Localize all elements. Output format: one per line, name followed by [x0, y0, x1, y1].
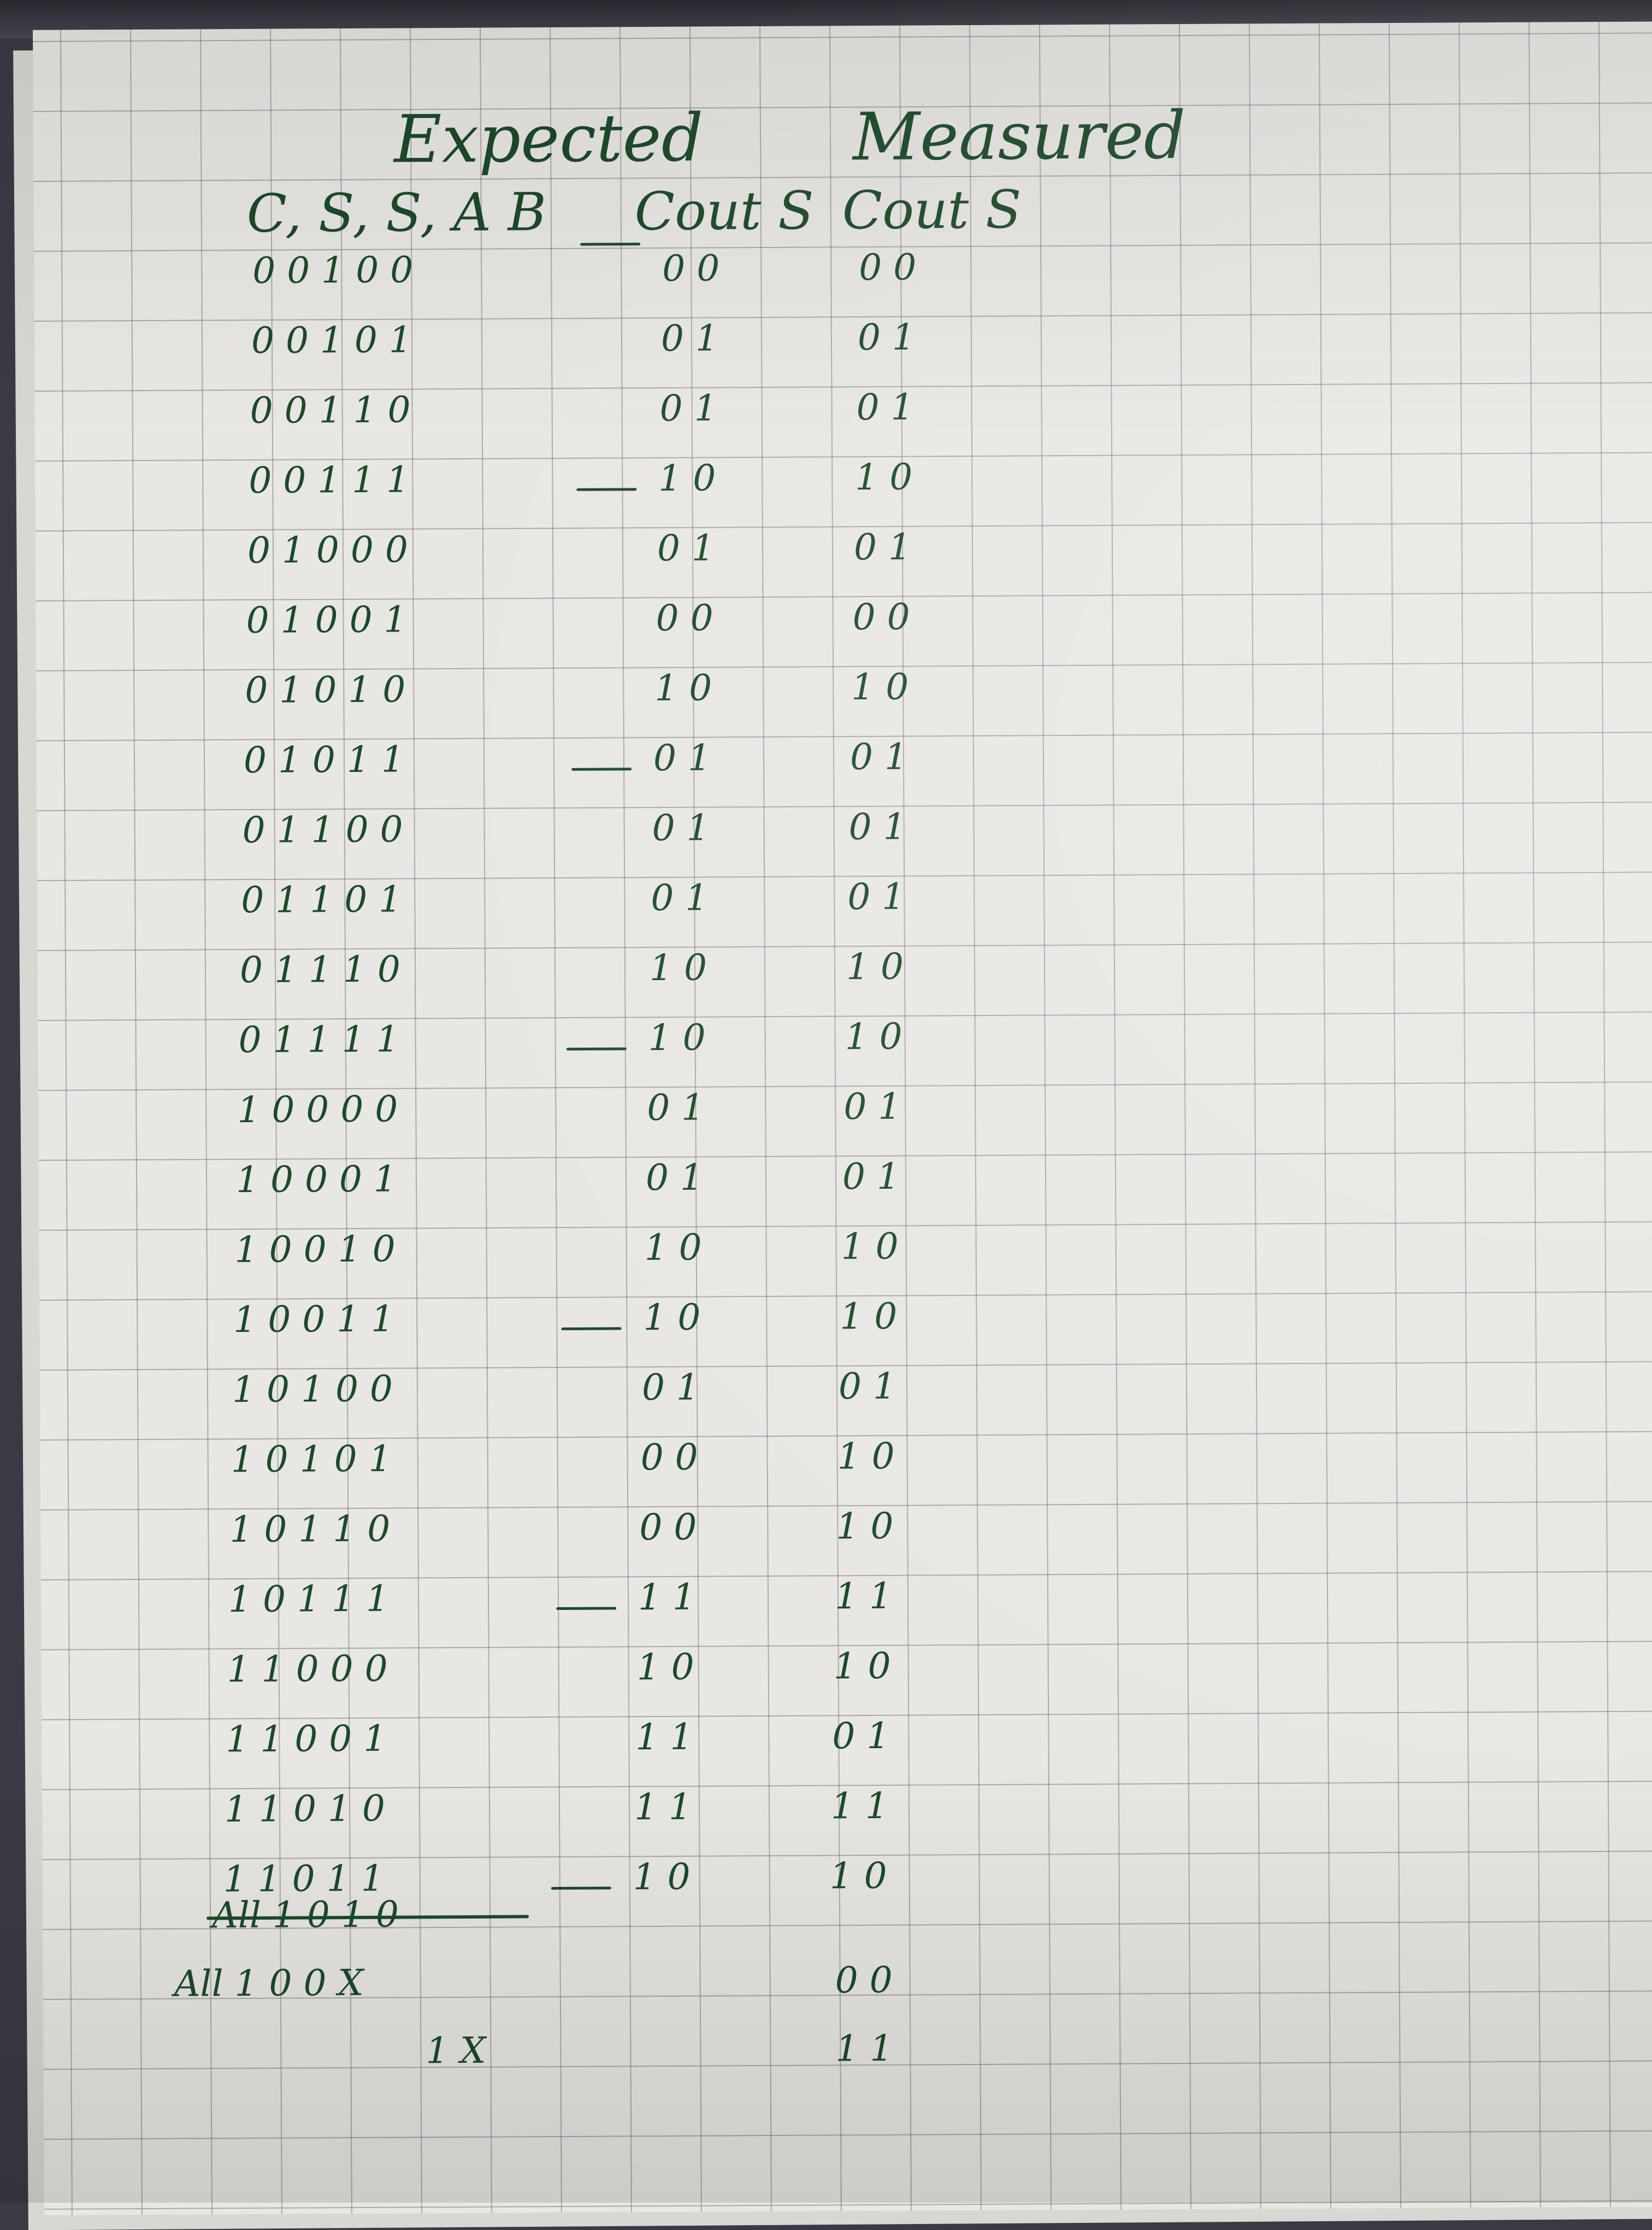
header-dash [580, 243, 641, 246]
row-expected: 1 0 [643, 1296, 701, 1339]
row-inputs: 1 0 1 1 1 [228, 1577, 390, 1621]
row-expected: 1 0 [658, 457, 716, 500]
row-inputs: 1 0 1 0 0 [232, 1367, 393, 1411]
carry-dash [556, 1607, 617, 1610]
row-inputs: 1 1 0 0 1 [226, 1717, 387, 1761]
row-inputs: 0 1 0 1 1 [243, 738, 405, 781]
row-inputs: 1 0 0 0 1 [235, 1158, 397, 1201]
heading-measured: Measured [852, 97, 1186, 176]
row-measured: 0 1 [853, 526, 912, 569]
row-inputs: 1 0 0 0 0 [237, 1088, 398, 1131]
carry-dash [576, 488, 637, 491]
row-expected: 1 0 [648, 1016, 706, 1059]
row-measured: 0 1 [838, 1365, 896, 1408]
row-expected: 0 1 [645, 1156, 704, 1199]
heading-expected: Expected [393, 100, 704, 178]
row-inputs: 0 1 1 1 1 [238, 1018, 399, 1061]
row-measured: 0 1 [857, 316, 916, 359]
row-expected: 0 0 [639, 1506, 697, 1549]
row-expected: 0 1 [653, 736, 711, 780]
row-expected: 0 1 [659, 387, 717, 429]
row-measured: 1 0 [851, 665, 909, 709]
row-expected: 0 1 [660, 317, 719, 359]
row-expected: 0 0 [640, 1436, 698, 1479]
graph-paper-sheet: Expected Measured C, S, S, A B Cout S Co… [33, 21, 1652, 2215]
row-inputs: 1 1 0 1 0 [224, 1787, 386, 1831]
row-inputs: 0 1 0 0 1 [246, 598, 407, 641]
row-expected: 1 1 [635, 1715, 693, 1759]
carry-dash [551, 1886, 611, 1890]
carry-dash [561, 1327, 622, 1330]
row-measured: 1 0 [846, 945, 904, 988]
column-label-measured: Cout S [842, 179, 1022, 241]
carry-dash [566, 1047, 627, 1051]
row-expected: 1 0 [654, 666, 712, 710]
row-inputs: 1 1 0 1 1 [223, 1857, 384, 1901]
extra-row-measured: 0 0 [835, 1958, 893, 2002]
row-expected: 1 0 [644, 1226, 702, 1269]
row-measured: 0 1 [842, 1155, 900, 1198]
row-expected: 0 1 [647, 1086, 705, 1129]
row-measured: 0 1 [847, 875, 905, 918]
row-inputs: 0 1 1 0 1 [241, 878, 402, 922]
row-measured: 1 1 [834, 1574, 893, 1618]
row-inputs: 0 1 1 0 0 [242, 808, 403, 852]
row-expected: 0 1 [651, 876, 709, 919]
row-inputs: 1 0 1 0 1 [231, 1437, 392, 1481]
row-measured: 0 1 [848, 805, 906, 848]
row-measured: 0 1 [843, 1085, 901, 1128]
row-measured: 1 0 [840, 1295, 898, 1338]
carry-dash [571, 768, 632, 771]
row-measured: 1 0 [855, 456, 913, 499]
crossed-row-text: All 1 0 1 0 [211, 1893, 399, 1937]
row-expected: 1 1 [638, 1576, 696, 1619]
row-inputs: 0 0 1 1 1 [249, 458, 410, 502]
row-inputs: 0 1 1 1 0 [239, 948, 401, 992]
extra-row-inputs: 1 X [426, 2029, 486, 2072]
row-inputs: 1 1 0 0 0 [227, 1647, 388, 1691]
row-expected: 1 0 [636, 1645, 694, 1689]
row-inputs: 0 0 1 0 1 [251, 318, 412, 362]
row-inputs: 0 1 0 0 0 [247, 528, 409, 571]
row-inputs: 1 0 0 1 1 [233, 1297, 394, 1341]
row-measured: 1 0 [836, 1505, 894, 1548]
row-expected: 1 0 [633, 1855, 691, 1898]
row-expected: 0 1 [641, 1366, 700, 1409]
row-measured: 0 0 [852, 595, 910, 639]
row-measured: 1 0 [837, 1435, 895, 1478]
row-measured: 0 0 [859, 246, 917, 289]
row-inputs: 1 0 0 1 0 [234, 1228, 396, 1271]
row-expected: 0 1 [652, 806, 710, 849]
row-expected: 1 1 [634, 1785, 692, 1828]
row-measured: 0 1 [849, 735, 908, 778]
row-expected: 0 1 [657, 527, 715, 570]
row-measured: 1 0 [833, 1644, 891, 1688]
row-measured: 1 0 [841, 1225, 899, 1268]
extra-row-inputs: All 1 0 0 X [174, 1961, 364, 2005]
row-expected: 1 0 [649, 946, 707, 989]
row-inputs: 0 0 1 0 0 [252, 249, 414, 292]
row-inputs: 1 0 1 1 0 [229, 1507, 391, 1551]
row-inputs: 0 0 1 1 0 [250, 388, 411, 432]
column-label-inputs: C, S, S, A B [246, 181, 547, 244]
row-measured: 1 0 [829, 1854, 887, 1897]
row-measured: 0 1 [856, 386, 914, 429]
row-measured: 1 1 [830, 1784, 889, 1827]
row-measured: 1 0 [845, 1015, 902, 1058]
row-expected: 0 0 [656, 597, 713, 640]
extra-row-measured: 1 1 [835, 2027, 893, 2070]
row-measured: 0 1 [832, 1714, 890, 1757]
row-expected: 0 0 [662, 247, 720, 290]
row-inputs: 0 1 0 1 0 [245, 668, 406, 711]
column-label-expected: Cout S [634, 180, 814, 243]
